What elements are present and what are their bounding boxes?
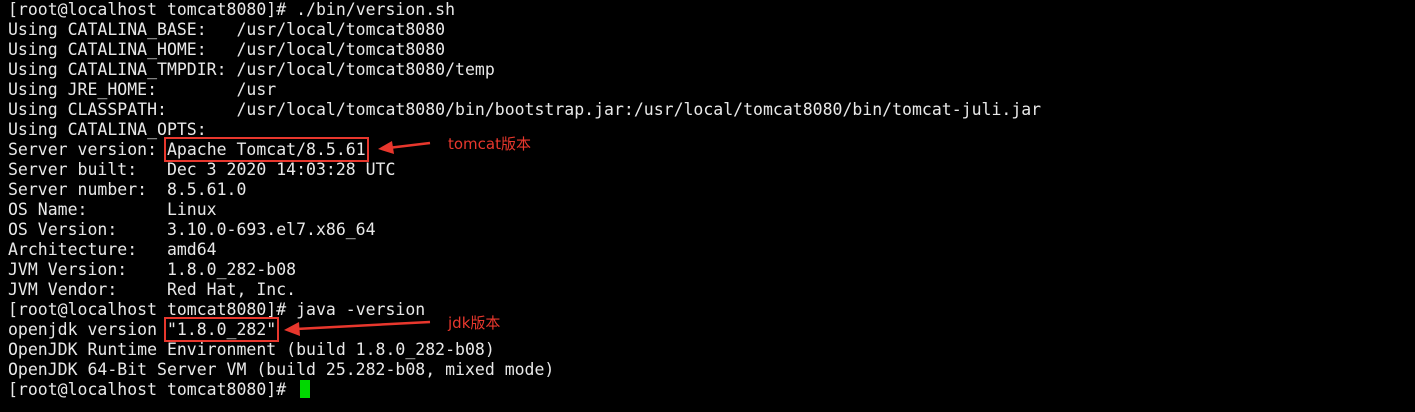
tomcat-version-annotation: tomcat版本 — [448, 135, 531, 153]
jdk-arrow-icon — [284, 320, 431, 336]
terminal-window[interactable]: [root@localhost tomcat8080]# ./bin/versi… — [0, 0, 1415, 412]
jdk-version-annotation: jdk版本 — [448, 314, 501, 332]
